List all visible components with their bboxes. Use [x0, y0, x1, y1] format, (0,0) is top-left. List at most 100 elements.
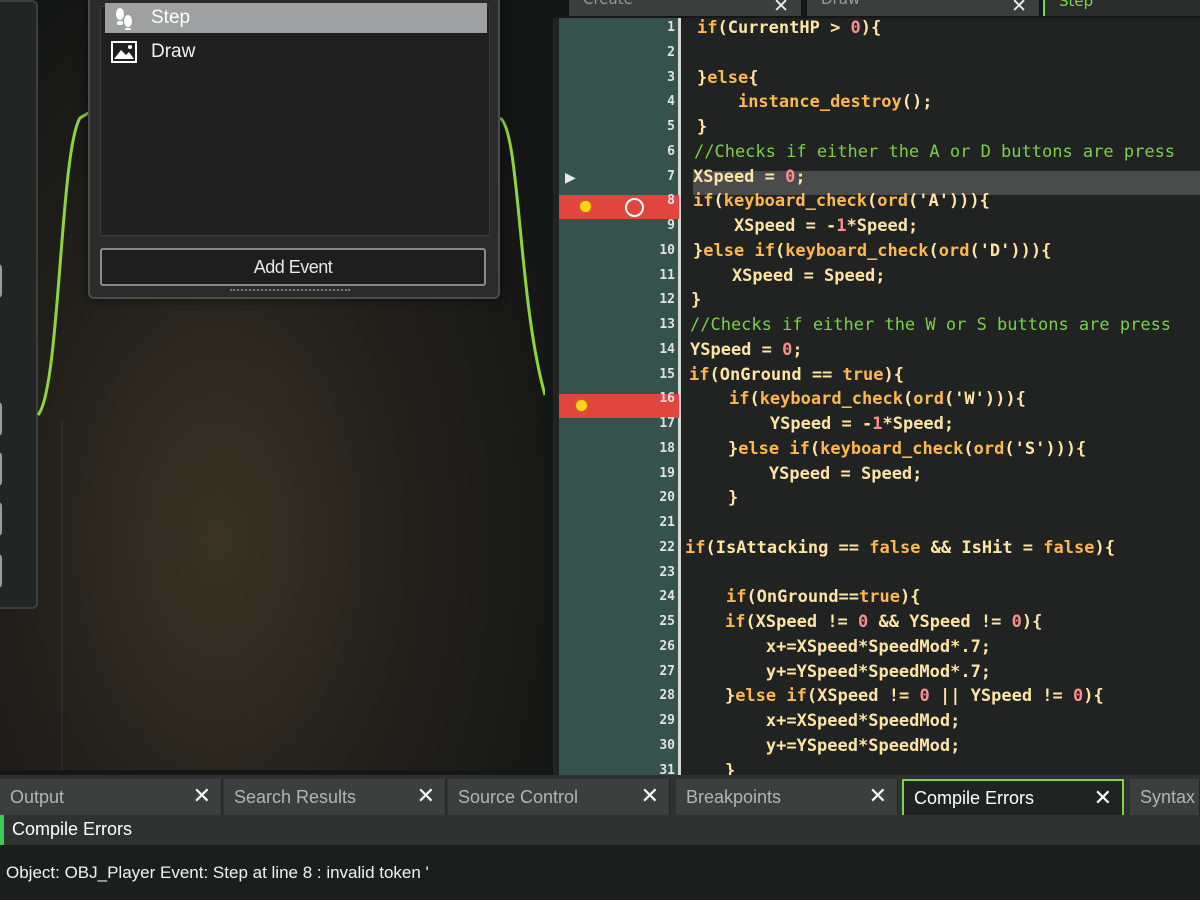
breakpoint-icon[interactable]: [579, 200, 592, 213]
code-editor: Create ✕ Draw ✕ Step ▶ 12345678910111213…: [553, 0, 1200, 775]
compile-errors-title: Compile Errors: [12, 819, 133, 839]
line-number: 1: [667, 20, 675, 35]
tab-compile-errors[interactable]: Compile Errors ✕: [902, 779, 1124, 815]
code-line[interactable]: XSpeed = Speed;: [691, 266, 886, 286]
current-line-arrow-icon: ▶: [565, 170, 576, 186]
code-line[interactable]: //Checks if either the W or S buttons ar…: [690, 315, 1171, 335]
code-line[interactable]: instance_destroy();: [697, 92, 932, 112]
tab-label: Create: [583, 0, 633, 8]
code-line[interactable]: XSpeed = 0;: [693, 167, 806, 187]
footprints-icon: [111, 6, 137, 30]
code-line[interactable]: }else if(XSpeed != 0 || YSpeed != 0){: [684, 686, 1104, 706]
line-number: 28: [659, 688, 675, 704]
code-line[interactable]: if(CurrentHP > 0){: [697, 18, 881, 38]
resize-grip[interactable]: [230, 289, 350, 295]
line-number: 23: [659, 564, 675, 580]
error-output-panel: Object: OBJ_Player Event: Step at line 8…: [0, 845, 1200, 900]
event-item-label: Step: [151, 7, 191, 28]
close-icon[interactable]: ✕: [869, 783, 887, 809]
tab-label: Source Control: [458, 786, 579, 807]
code-line[interactable]: XSpeed = -1*Speed;: [693, 216, 918, 236]
code-line[interactable]: }else{: [697, 68, 758, 88]
editor-tab-bar: Create ✕ Draw ✕ Step: [553, 0, 1200, 18]
compile-errors-header: Compile Errors: [0, 815, 1200, 845]
code-line[interactable]: YSpeed = Speed;: [687, 464, 923, 484]
close-icon[interactable]: ✕: [773, 0, 789, 17]
bottom-tab-bar: Output ✕ Search Results ✕ Source Control…: [0, 775, 1200, 815]
close-icon[interactable]: ✕: [1011, 0, 1027, 17]
code-line[interactable]: }: [697, 117, 707, 137]
tab-create[interactable]: Create ✕: [569, 0, 801, 17]
line-number: 26: [659, 638, 675, 654]
breakpoint-icon[interactable]: [575, 399, 588, 412]
code-line[interactable]: if(XSpeed != 0 && YSpeed != 0){: [684, 612, 1042, 632]
code-line[interactable]: }: [691, 290, 701, 310]
code-line[interactable]: }: [687, 488, 738, 508]
events-window: Step Draw Add Event: [88, 0, 500, 299]
code-line[interactable]: x+=XSpeed*SpeedMod*.7;: [684, 637, 991, 657]
tab-label: Compile Errors: [914, 787, 1035, 808]
close-icon[interactable]: ✕: [193, 783, 211, 809]
tab-output[interactable]: Output ✕: [0, 779, 222, 815]
events-list: Step Draw: [100, 3, 490, 236]
code-line[interactable]: }else if(keyboard_check(ord('S'))){: [687, 439, 1086, 459]
tab-label: Breakpoints: [686, 786, 782, 807]
code-line[interactable]: if(keyboard_check(ord('A'))){: [693, 191, 990, 211]
object-workspace: Step Draw Add Event: [0, 0, 545, 770]
picture-icon: [111, 40, 137, 64]
line-number: 3: [667, 69, 675, 85]
code-line[interactable]: //Checks if either the A or D buttons ar…: [694, 142, 1175, 162]
tab-label: Syntax: [1140, 786, 1196, 807]
line-number: 27: [659, 663, 675, 679]
add-event-button[interactable]: Add Event: [100, 248, 486, 286]
tab-step[interactable]: Step: [1043, 0, 1200, 16]
error-message[interactable]: Object: OBJ_Player Event: Step at line 8…: [6, 863, 429, 883]
line-number: 24: [659, 589, 675, 605]
tab-label: Output: [10, 786, 65, 807]
line-number: 20: [659, 490, 675, 506]
line-number: 2: [667, 44, 675, 60]
line-number: 29: [659, 713, 675, 728]
tab-source-control[interactable]: Source Control ✕: [448, 779, 670, 815]
line-number: 30: [659, 737, 675, 753]
line-number: 8: [667, 193, 675, 209]
line-number: 15: [659, 366, 675, 382]
line-number: 25: [659, 614, 675, 629]
line-number: 7: [667, 168, 675, 184]
code-line[interactable]: if(IsAttacking == false && IsHit = false…: [685, 538, 1115, 558]
close-icon[interactable]: ✕: [417, 783, 435, 809]
code-line[interactable]: YSpeed = 0;: [690, 340, 803, 360]
event-item-step[interactable]: Step: [105, 3, 487, 33]
tab-label: Draw: [821, 0, 860, 8]
event-item-draw[interactable]: Draw: [105, 37, 487, 67]
tab-syntax[interactable]: Syntax: [1130, 779, 1200, 815]
code-line[interactable]: if(OnGround == true){: [689, 365, 904, 385]
line-number: 10: [659, 242, 675, 258]
line-number: 19: [659, 465, 675, 481]
code-line[interactable]: }: [684, 761, 735, 776]
close-icon[interactable]: ✕: [1094, 785, 1112, 811]
tab-label: Search Results: [234, 786, 357, 807]
close-icon[interactable]: ✕: [641, 783, 659, 809]
line-number: 14: [659, 341, 675, 357]
tab-search-results[interactable]: Search Results ✕: [224, 779, 446, 815]
code-line[interactable]: YSpeed = -1*Speed;: [688, 414, 954, 434]
line-number: 4: [667, 94, 675, 110]
line-number: 21: [659, 515, 675, 530]
line-number: 6: [667, 143, 675, 159]
line-number: 22: [659, 539, 675, 555]
event-item-label: Draw: [151, 41, 196, 62]
code-line[interactable]: x+=XSpeed*SpeedMod;: [684, 711, 960, 731]
code-line[interactable]: y+=YSpeed*SpeedMod*.7;: [684, 662, 991, 682]
code-line[interactable]: }else if(keyboard_check(ord('D'))){: [693, 241, 1051, 261]
line-number: 11: [659, 267, 675, 283]
tab-breakpoints[interactable]: Breakpoints ✕: [676, 779, 898, 815]
code-line[interactable]: if(OnGround==true){: [685, 587, 921, 607]
line-number: 16: [659, 391, 675, 407]
code-line[interactable]: y+=YSpeed*SpeedMod;: [684, 736, 960, 756]
tab-draw[interactable]: Draw ✕: [807, 0, 1039, 17]
line-number: 12: [659, 292, 675, 308]
line-number: 31: [659, 762, 675, 776]
code-line[interactable]: if(keyboard_check(ord('W'))){: [688, 389, 1026, 409]
line-number: 17: [659, 416, 675, 431]
